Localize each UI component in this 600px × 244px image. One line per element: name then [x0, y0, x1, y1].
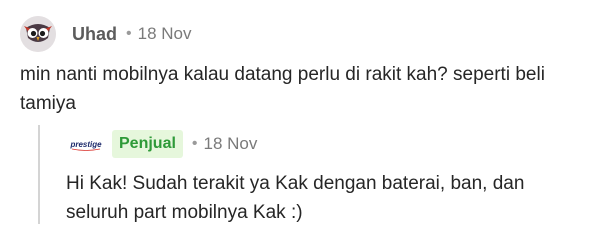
seller-logo-text: prestige	[69, 140, 102, 149]
seller-logo[interactable]: prestige	[66, 134, 106, 154]
seller-reply: prestige Penjual • 18 Nov Hi Kak! Sudah …	[38, 125, 578, 227]
separator-dot: •	[191, 135, 198, 152]
reply-indent-bar	[38, 125, 40, 224]
reply-header: prestige Penjual • 18 Nov	[66, 130, 257, 158]
separator-dot: •	[126, 25, 132, 42]
reply-date: 18 Nov	[203, 134, 258, 153]
owl-avatar-icon[interactable]	[20, 16, 56, 52]
comment-thread: Uhad • 18 Nov min nanti mobilnya kalau d…	[0, 0, 600, 244]
seller-badge: Penjual	[112, 130, 183, 158]
user-name[interactable]: Uhad	[72, 24, 117, 45]
comment-header: Uhad • 18 Nov	[20, 16, 191, 52]
comment-date: 18 Nov	[137, 24, 192, 43]
comment-text: min nanti mobilnya kalau datang perlu di…	[20, 64, 545, 114]
reply-text: Hi Kak! Sudah terakit ya Kak dengan bate…	[66, 173, 525, 223]
